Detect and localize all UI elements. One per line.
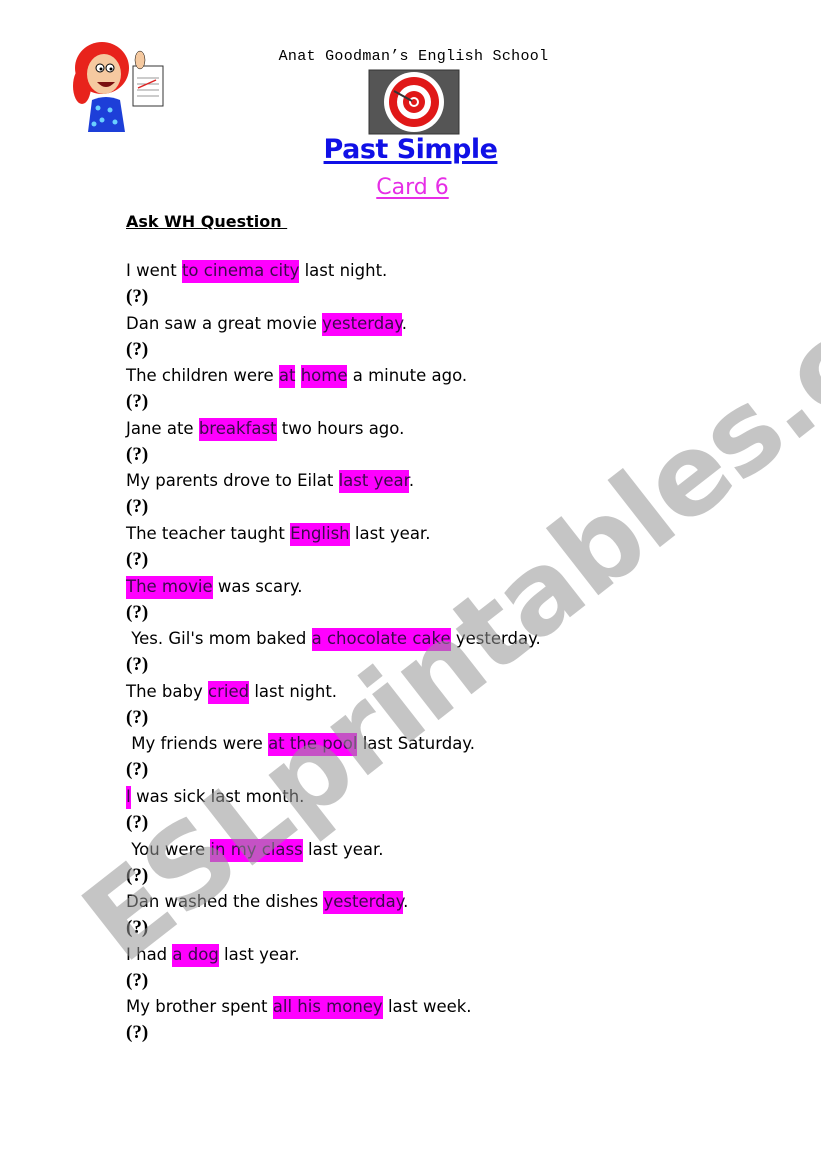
highlighted-answer: yesterday bbox=[323, 891, 404, 915]
sentence-text: The children were bbox=[126, 366, 279, 386]
exercise-sentence: Yes. Gil's mom baked a chocolate cake ye… bbox=[126, 626, 541, 652]
exercise-sentence: The baby cried last night. bbox=[126, 679, 337, 705]
sentence-text: . bbox=[403, 892, 409, 912]
question-placeholder: (?) bbox=[126, 443, 149, 465]
exercise-sentence: I was sick last month. bbox=[126, 784, 304, 810]
exercise-sentence: I went to cinema city last night. bbox=[126, 258, 387, 284]
exercise-sentence: My friends were at the pool last Saturda… bbox=[126, 731, 475, 757]
sentence-text: The baby bbox=[126, 681, 209, 701]
instructions-heading: Ask WH Question bbox=[126, 212, 288, 231]
highlighted-answer: The movie bbox=[126, 575, 213, 599]
exercise-sentence: Dan washed the dishes yesterday. bbox=[126, 889, 408, 915]
question-placeholder: (?) bbox=[126, 654, 149, 676]
question-placeholder: (?) bbox=[126, 548, 149, 570]
sentence-text: I had bbox=[126, 944, 173, 964]
page-title: Past Simple bbox=[323, 134, 498, 165]
sentence-text: was scary. bbox=[212, 576, 303, 596]
exercise-sentence: Jane ate breakfast two hours ago. bbox=[126, 416, 404, 442]
highlighted-answer: last year bbox=[338, 470, 409, 494]
sentence-text: last year. bbox=[349, 523, 431, 543]
exercise-sentence: Dan saw a great movie yesterday. bbox=[126, 311, 407, 337]
sentence-text: yesterday. bbox=[450, 629, 541, 649]
sentence-text bbox=[295, 366, 300, 385]
sentence-text: last night. bbox=[249, 681, 338, 701]
highlighted-answer: all his money bbox=[272, 996, 383, 1020]
highlighted-answer: breakfast bbox=[198, 417, 277, 441]
sentence-text: last night. bbox=[299, 261, 388, 280]
sentence-text: I went bbox=[126, 261, 182, 280]
question-placeholder: (?) bbox=[126, 864, 149, 886]
card-number: Card 6 bbox=[376, 175, 449, 200]
highlighted-answer: a chocolate cake bbox=[311, 628, 451, 652]
question-placeholder: (?) bbox=[126, 496, 149, 518]
sentence-text: two hours ago. bbox=[276, 418, 405, 438]
sentence-text: . bbox=[401, 313, 407, 333]
highlighted-answer: a dog bbox=[172, 943, 219, 967]
target-logo-icon bbox=[368, 69, 460, 135]
highlighted-answer: in my class bbox=[210, 838, 303, 862]
highlighted-answer: cried bbox=[208, 680, 250, 704]
sentence-text: a minute ago. bbox=[347, 366, 468, 386]
question-placeholder: (?) bbox=[126, 286, 149, 307]
sentence-text: last year. bbox=[218, 944, 300, 964]
sentence-text: last Saturday. bbox=[357, 734, 475, 754]
sentence-text: Dan washed the dishes bbox=[126, 892, 324, 912]
question-placeholder: (?) bbox=[126, 391, 149, 413]
sentence-text: Yes. Gil's mom baked bbox=[126, 629, 312, 649]
sentence-text: The teacher taught bbox=[126, 523, 291, 543]
sentence-text: My friends were bbox=[126, 734, 269, 754]
question-placeholder: (?) bbox=[126, 969, 149, 991]
exercise-sentence: My parents drove to Eilat last year. bbox=[126, 468, 414, 494]
exercise-sentence: The children were at home a minute ago. bbox=[126, 363, 467, 389]
question-placeholder: (?) bbox=[126, 706, 149, 728]
exercise-sentence: The teacher taught English last year. bbox=[126, 521, 430, 547]
sentence-text: You were bbox=[126, 839, 211, 859]
question-placeholder: (?) bbox=[126, 811, 149, 833]
exercise-sentence: You were in my class last year. bbox=[126, 837, 384, 863]
question-placeholder: (?) bbox=[126, 1022, 149, 1044]
school-name: Anat Goodman’s English School bbox=[278, 48, 549, 65]
sentence-text: last week. bbox=[382, 997, 472, 1017]
sentence-text: . bbox=[408, 471, 415, 491]
sentence-text: Dan saw a great movie bbox=[126, 313, 323, 333]
highlighted-answer: yesterday bbox=[322, 312, 402, 336]
highlighted-answer: home bbox=[300, 365, 348, 389]
question-placeholder: (?) bbox=[126, 338, 149, 360]
question-placeholder: (?) bbox=[126, 759, 149, 781]
highlighted-answer: English bbox=[290, 522, 350, 546]
sentence-text: My brother spent bbox=[126, 997, 273, 1017]
sentence-text: My parents drove to Eilat bbox=[126, 471, 339, 491]
sentence-text: was sick last month. bbox=[130, 786, 305, 806]
highlighted-answer: at bbox=[278, 365, 296, 389]
exercise-sentence: The movie was scary. bbox=[126, 574, 303, 600]
exercise-sentence: I had a dog last year. bbox=[126, 942, 300, 968]
exercise-sentence: My brother spent all his money last week… bbox=[126, 994, 472, 1020]
sentence-text: Jane ate bbox=[126, 418, 199, 438]
sentence-text: last year. bbox=[302, 839, 384, 859]
question-placeholder: (?) bbox=[126, 917, 149, 939]
question-placeholder: (?) bbox=[126, 601, 149, 623]
highlighted-answer: to cinema city bbox=[181, 260, 300, 283]
highlighted-answer: at the pool bbox=[268, 733, 358, 757]
